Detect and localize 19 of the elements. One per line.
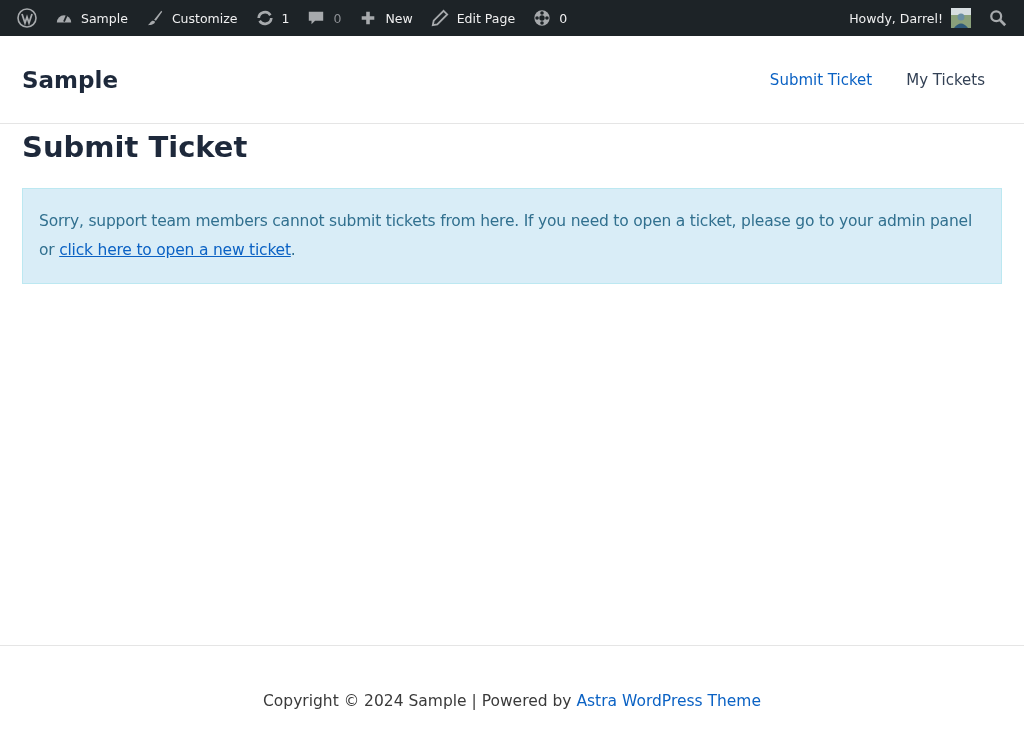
lifebuoy-icon [533,9,552,27]
brush-menu-item[interactable]: Customize [136,0,247,36]
theme-link[interactable]: Astra WordPress Theme [576,692,761,710]
account-menu[interactable]: Howdy, Darrel! [840,0,980,36]
nav-link[interactable]: Submit Ticket [769,70,873,89]
plus-menu-item[interactable]: New [350,0,422,36]
pencil-menu-item[interactable]: Edit Page [421,0,525,36]
notice-text: Sorry, support team members cannot submit tickets from here. If you need to open a ticket, please go to your admin panel or click here to open a new ticket. [39,211,973,261]
footer-copyright: Copyright © 2024 Sample | Powered by Astra WordPress Theme [263,692,761,710]
page-title: Submit Ticket [22,130,249,164]
open-ticket-link[interactable]: click here to open a new ticket [59,241,291,259]
support-menu-item[interactable]: 0 [524,0,577,36]
pencil-icon [430,9,449,27]
refresh-icon [255,9,274,27]
updates-menu-item[interactable]: 1 [246,0,299,36]
avatar-icon [951,8,971,28]
dashboard-menu-item[interactable]: Sample [46,0,137,36]
nav-link[interactable]: My Tickets [906,70,985,89]
site-title[interactable]: Sample [22,66,118,93]
